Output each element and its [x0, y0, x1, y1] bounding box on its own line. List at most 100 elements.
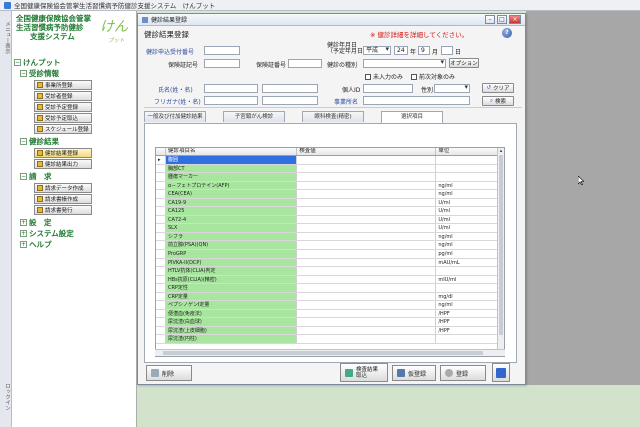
- name-mei-input[interactable]: [262, 84, 318, 93]
- era-select[interactable]: 平成: [363, 46, 391, 55]
- jigyosho-input[interactable]: [363, 96, 470, 105]
- tree-group-jushin[interactable]: − 受診情報: [20, 68, 135, 79]
- value-cell[interactable]: [297, 173, 437, 181]
- checkbox-icon[interactable]: [411, 73, 417, 80]
- tree-group-kekka[interactable]: − 健診結果: [20, 136, 135, 147]
- table-row[interactable]: CRP定量 mg/dl: [156, 292, 504, 302]
- target-only-check[interactable]: 前次対象のみ: [411, 72, 455, 81]
- value-cell[interactable]: [297, 335, 437, 344]
- value-cell[interactable]: [297, 156, 437, 164]
- table-row[interactable]: HBs抗原(CLIA)(精密) mIU/ml: [156, 275, 504, 285]
- lock-tab[interactable]: ロックイン: [1, 383, 11, 411]
- nav-yotei-torikomi[interactable]: 受診予定取込: [34, 113, 92, 123]
- value-cell[interactable]: [297, 301, 437, 309]
- seibetsu-select[interactable]: [434, 84, 470, 93]
- save-temp-button[interactable]: 仮登録: [392, 365, 436, 381]
- value-cell[interactable]: [297, 258, 437, 267]
- table-row[interactable]: PIVKA-II(DCP) mAU/mL: [156, 258, 504, 268]
- menu-toggle-tab[interactable]: メニュー表示: [1, 21, 11, 54]
- hokensho-bangou-input[interactable]: [288, 59, 322, 68]
- scroll-thumb[interactable]: [499, 155, 503, 335]
- table-row[interactable]: 尿沈渣(上皮細胞) /HPF: [156, 326, 504, 336]
- expand-icon[interactable]: +: [20, 241, 27, 248]
- value-cell[interactable]: [297, 164, 437, 173]
- table-row[interactable]: ▸ 腹囲: [156, 156, 504, 165]
- tab-shikyuukei[interactable]: 子宮頸がん検診: [223, 111, 285, 122]
- table-row[interactable]: 前立腺(PSA)(QN) ng/ml: [156, 241, 504, 251]
- name-sei-input[interactable]: [204, 84, 258, 93]
- uketsuke-input[interactable]: [204, 46, 240, 55]
- collapse-icon[interactable]: −: [20, 70, 27, 77]
- grid-vertical-scrollbar[interactable]: ▴: [497, 148, 504, 356]
- kojin-id-input[interactable]: [363, 84, 413, 93]
- value-cell[interactable]: [297, 309, 437, 318]
- tree-root[interactable]: − けんプット: [14, 57, 135, 68]
- table-row[interactable]: HTLV抗体(CLIA)判定: [156, 267, 504, 276]
- value-cell[interactable]: [297, 241, 437, 250]
- value-cell[interactable]: [297, 198, 437, 207]
- value-cell[interactable]: [297, 207, 437, 215]
- table-row[interactable]: 胸部CT: [156, 164, 504, 174]
- expand-icon[interactable]: +: [20, 230, 27, 237]
- kana-mei-input[interactable]: [262, 96, 318, 105]
- table-row[interactable]: SLX U/ml: [156, 224, 504, 233]
- register-button[interactable]: 登録: [440, 365, 486, 381]
- search-button[interactable]: ⌕ 検索: [482, 96, 514, 106]
- table-row[interactable]: CEA(CEA) ng/ml: [156, 190, 504, 199]
- nav-jigyosho-touroku[interactable]: 事業所登録: [34, 80, 92, 90]
- nav-yotei-touroku[interactable]: 受診予定登録: [34, 102, 92, 112]
- value-cell[interactable]: [297, 318, 437, 326]
- checkbox-icon[interactable]: [365, 73, 371, 80]
- tab-ganka[interactable]: 眼科検査(精密): [302, 111, 364, 122]
- tab-sentaku-koumoku[interactable]: 選択項目: [381, 111, 443, 123]
- nav-seikyu-hakkou[interactable]: 請求書発行: [34, 205, 92, 215]
- grid-horizontal-scrollbar[interactable]: [155, 349, 505, 356]
- import-results-button[interactable]: 検査結果取込: [340, 363, 388, 382]
- option-button[interactable]: オプション: [449, 58, 479, 68]
- nav-kekka-shutsuryoku[interactable]: 健診結果出力: [34, 159, 92, 169]
- nav-jushinsha-touroku[interactable]: 受診者登録: [34, 91, 92, 101]
- value-cell[interactable]: [297, 326, 437, 335]
- delete-button[interactable]: 削除: [146, 365, 192, 381]
- table-row[interactable]: 尿沈渣(白血球) /HPF: [156, 318, 504, 327]
- table-row[interactable]: CA72-4 U/ml: [156, 215, 504, 225]
- close-button[interactable]: ×: [509, 15, 521, 24]
- month-input[interactable]: 9: [418, 46, 430, 55]
- maximize-button[interactable]: □: [497, 15, 507, 24]
- unentered-only-check[interactable]: 未入力のみ: [365, 72, 403, 81]
- tab-ippan[interactable]: 一般及び付加健診結果: [144, 111, 206, 122]
- save-icon-button[interactable]: [492, 363, 510, 382]
- table-row[interactable]: 便潜血(免疫法) /HPF: [156, 309, 504, 319]
- collapse-icon[interactable]: −: [20, 173, 27, 180]
- value-cell[interactable]: [297, 181, 437, 190]
- table-row[interactable]: ペプシノゲンI定量 ng/ml: [156, 301, 504, 310]
- kana-sei-input[interactable]: [204, 96, 258, 105]
- table-row[interactable]: CA125 U/ml: [156, 207, 504, 216]
- kenshin-shubetsu-select[interactable]: [363, 59, 446, 68]
- table-row[interactable]: CA19-9 U/ml: [156, 198, 504, 208]
- tree-help[interactable]: + ヘルプ: [20, 239, 135, 250]
- nav-schedule-touroku[interactable]: スケジュール登録: [34, 124, 92, 134]
- value-cell[interactable]: [297, 215, 437, 224]
- nav-seikyu-chouhyou[interactable]: 請求書帳作成: [34, 194, 92, 204]
- table-row[interactable]: CRP定性: [156, 284, 504, 293]
- tree-group-seikyu[interactable]: − 請 求: [20, 171, 135, 182]
- table-row[interactable]: 腫瘍マーカー: [156, 173, 504, 182]
- tree-settei[interactable]: + 設 定: [20, 217, 135, 228]
- minimize-button[interactable]: –: [485, 15, 495, 24]
- tree-system-settei[interactable]: + システム設定: [20, 228, 135, 239]
- value-cell[interactable]: [297, 275, 437, 284]
- expand-icon[interactable]: +: [20, 219, 27, 226]
- hscroll-thumb[interactable]: [163, 351, 483, 355]
- clear-button[interactable]: ↺ クリア: [482, 83, 514, 93]
- value-cell[interactable]: [297, 267, 437, 275]
- hokensho-kigou-input[interactable]: [204, 59, 240, 68]
- table-row[interactable]: シフラ ng/ml: [156, 232, 504, 242]
- table-row[interactable]: 尿沈渣(円柱): [156, 335, 504, 345]
- day-input[interactable]: [441, 46, 453, 55]
- table-row[interactable]: α－フェトプロテイン(AFP) ng/ml: [156, 181, 504, 191]
- year-input[interactable]: 24: [394, 46, 408, 55]
- value-cell[interactable]: [297, 292, 437, 301]
- value-cell[interactable]: [297, 224, 437, 232]
- value-cell[interactable]: [297, 232, 437, 241]
